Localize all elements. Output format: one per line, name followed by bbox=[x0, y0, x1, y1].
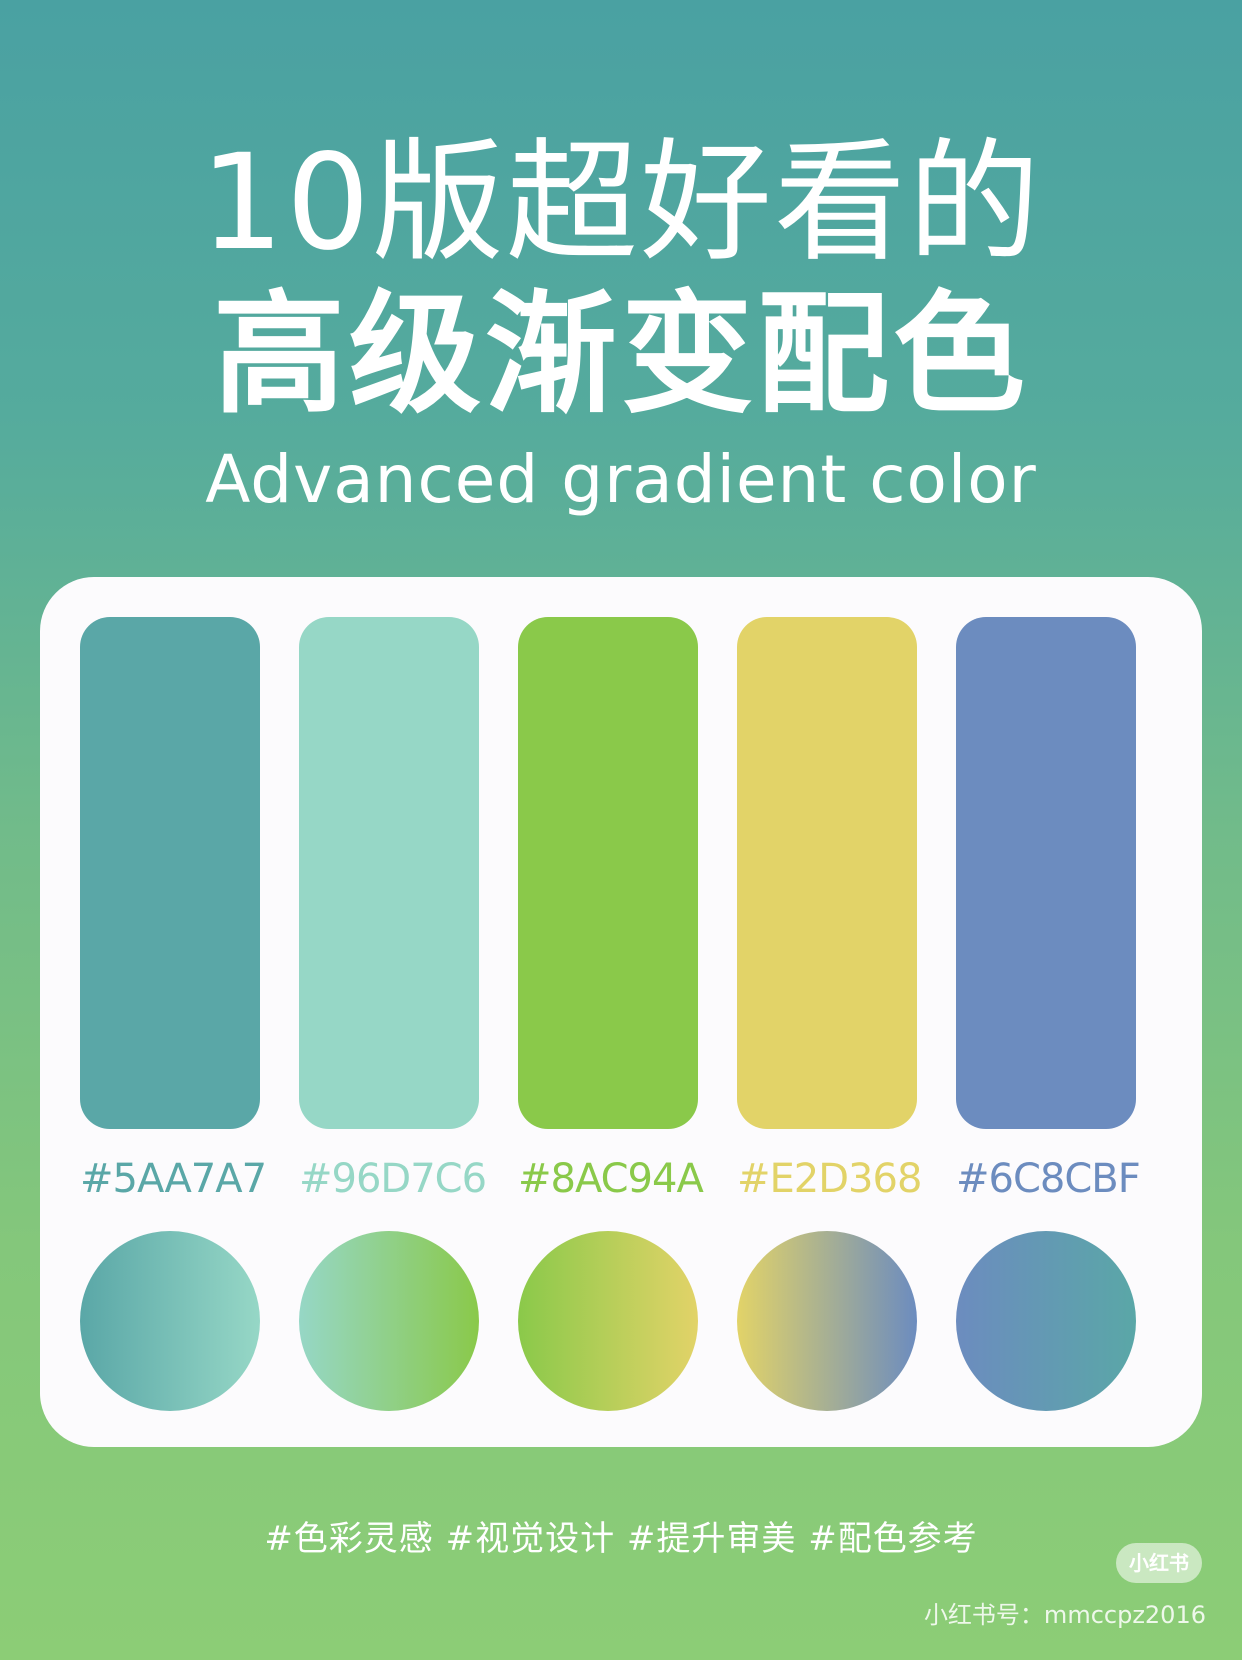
hex-label-1: #5AA7A7 bbox=[80, 1156, 267, 1202]
hex-label-4: #E2D368 bbox=[737, 1156, 922, 1202]
swatch-column-5: #6C8CBF bbox=[956, 617, 1141, 1411]
gradient-circle-1 bbox=[80, 1231, 260, 1411]
gradient-circle-2 bbox=[299, 1231, 479, 1411]
hex-label-3: #8AC94A bbox=[518, 1156, 704, 1202]
title-line-1: 10版超好看的 bbox=[200, 126, 1042, 280]
gradient-circle-4 bbox=[737, 1231, 917, 1411]
title-line-2: 高级渐变配色 bbox=[213, 278, 1029, 432]
swatch-column-2: #96D7C6 bbox=[299, 617, 487, 1411]
color-bar-4 bbox=[737, 617, 917, 1129]
hex-label-2: #96D7C6 bbox=[299, 1156, 487, 1202]
subtitle: Advanced gradient color bbox=[205, 441, 1037, 518]
xiaohongshu-logo: 小红书 bbox=[1116, 1543, 1202, 1583]
hex-label-5: #6C8CBF bbox=[956, 1156, 1141, 1202]
palette-card: #5AA7A7 #96D7C6 #8AC94A #E2D368 #6C8CBF bbox=[40, 577, 1202, 1447]
color-bar-1 bbox=[80, 617, 260, 1129]
color-bar-5 bbox=[956, 617, 1136, 1129]
color-bar-3 bbox=[518, 617, 698, 1129]
swatch-column-4: #E2D368 bbox=[737, 617, 922, 1411]
gradient-circle-3 bbox=[518, 1231, 698, 1411]
color-bar-2 bbox=[299, 617, 479, 1129]
swatch-column-1: #5AA7A7 bbox=[80, 617, 267, 1411]
account-id: 小红书号：mmccpz2016 bbox=[923, 1601, 1206, 1629]
swatch-column-3: #8AC94A bbox=[518, 617, 704, 1411]
gradient-circle-5 bbox=[956, 1231, 1136, 1411]
hashtag-line[interactable]: #色彩灵感 #视觉设计 #提升审美 #配色参考 bbox=[0, 1515, 1242, 1563]
